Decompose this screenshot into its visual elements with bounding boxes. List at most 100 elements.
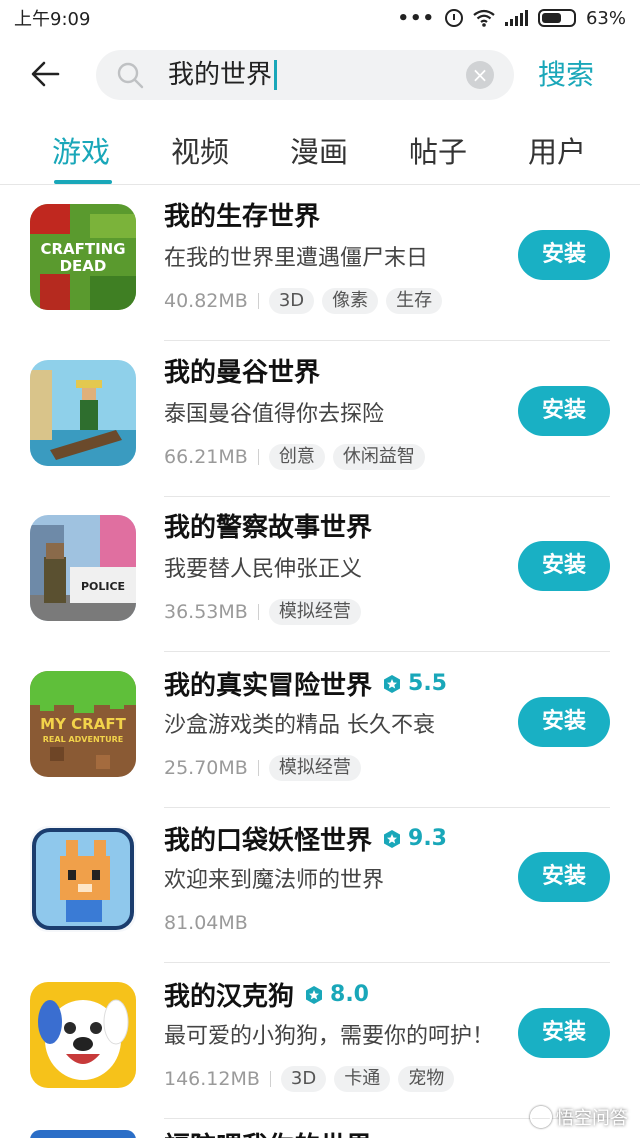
watermark: 悟空问答 xyxy=(530,1104,628,1130)
list-item[interactable]: 我的汉克狗 8.0 最可爱的小狗狗，需要你的呵护！ 146.12MB 3D 卡通 宠物… xyxy=(0,964,640,1119)
battery-percent: 63% xyxy=(585,7,626,29)
install-button[interactable]: 安装 xyxy=(518,230,610,280)
app-description: 最可爱的小狗狗，需要你的呵护！ xyxy=(164,1023,495,1049)
app-rating: 8.0 xyxy=(304,978,369,1012)
pocket-monster-icon[interactable] xyxy=(30,826,136,932)
app-title: 我的真实冒险世界 5.5 xyxy=(164,667,447,703)
watermark-text: 悟空问答 xyxy=(556,1108,628,1129)
app-tag[interactable]: 创意 xyxy=(268,443,325,470)
app-tag[interactable]: 像素 xyxy=(322,288,379,314)
app-title: 我的汉克狗 8.0 xyxy=(164,978,369,1014)
active-tab-indicator xyxy=(54,180,112,184)
app-title: 我的口袋妖怪世界 9.3 xyxy=(164,822,447,858)
crafting-dead-icon[interactable]: CRAFTING DEAD xyxy=(30,204,136,310)
search-query-text[interactable]: 我的世界 xyxy=(168,60,278,90)
svg-text:REAL ADVENTURE: REAL ADVENTURE xyxy=(43,735,123,744)
app-tag[interactable]: 卡通 xyxy=(334,1065,391,1092)
rating-value: 5.5 xyxy=(408,670,447,696)
alarm-icon xyxy=(444,9,463,27)
status-time: 上午9:09 xyxy=(14,9,91,30)
tab-comics[interactable]: 漫画 xyxy=(290,132,348,172)
search-header: 我的世界 × 搜索 xyxy=(0,40,640,114)
app-size: 36.53MB xyxy=(164,601,248,623)
clear-search-icon[interactable]: × xyxy=(466,61,494,89)
app-title-text: 我的曼谷世界 xyxy=(164,357,321,388)
app-meta: 36.53MB 模拟经营 xyxy=(164,597,369,627)
app-meta: 40.82MB 3D 像素 生存 xyxy=(164,286,450,316)
app-rating: 5.5 xyxy=(382,667,447,701)
search-icon xyxy=(117,62,144,89)
search-button[interactable]: 搜索 xyxy=(538,56,594,94)
tab-users[interactable]: 用户 xyxy=(528,132,586,172)
list-item[interactable]: POLICE 我的警察故事世界 我要替人民伸张正义 36.53MB 模拟经营 安… xyxy=(0,497,640,652)
meta-divider xyxy=(257,759,259,776)
battery-icon xyxy=(537,9,576,27)
signal-icon xyxy=(504,10,528,26)
app-title-text: 我的生存世界 xyxy=(164,202,321,232)
app-size: 81.04MB xyxy=(164,912,248,934)
partial-list-item[interactable]: 福陀喂我你的世界 悟空问答 xyxy=(0,1104,640,1138)
wukong-logo-icon xyxy=(530,1106,552,1128)
list-item[interactable]: 我的曼谷世界 泰国曼谷值得你去探险 66.21MB 创意 休闲益智 安装 xyxy=(0,342,640,497)
app-tag[interactable]: 宠物 xyxy=(398,1065,455,1092)
list-item[interactable]: 我的口袋妖怪世界 9.3 欢迎来到魔法师的世界 81.04MB 安装 xyxy=(0,808,640,963)
more-dots: ••• xyxy=(397,7,435,29)
tab-posts[interactable]: 帖子 xyxy=(409,132,467,172)
app-tag[interactable]: 模拟经营 xyxy=(268,599,361,625)
app-title: 我的警察故事世界 xyxy=(164,511,372,545)
app-rating: 9.3 xyxy=(382,822,447,856)
app-title-text: 我的口袋妖怪世界 xyxy=(164,826,373,856)
svg-text:DEAD: DEAD xyxy=(60,257,107,275)
list-item[interactable]: CRAFTING DEAD 我的生存世界 在我的世界里遭遇僵尸末日 40.82MB… xyxy=(0,186,640,341)
bangkok-boat-icon[interactable] xyxy=(30,359,136,466)
app-tag[interactable]: 模拟经营 xyxy=(268,754,361,781)
meta-divider xyxy=(257,293,259,309)
back-arrow-icon[interactable] xyxy=(26,54,66,94)
tab-games[interactable]: 游戏 xyxy=(52,132,110,172)
app-size: 25.70MB xyxy=(164,756,248,779)
my-craft-icon[interactable]: MY CRAFT REAL ADVENTURE xyxy=(30,670,136,777)
install-button[interactable]: 安装 xyxy=(518,1007,610,1058)
app-title-text: 我的汉克狗 xyxy=(164,981,295,1012)
app-tag[interactable]: 3D xyxy=(280,1065,327,1092)
list-item[interactable]: MY CRAFT REAL ADVENTURE 我的真实冒险世界 5.5 沙盒游戏类… xyxy=(0,653,640,808)
rating-badge-icon xyxy=(384,674,401,693)
app-meta: 146.12MB 3D 卡通 宠物 xyxy=(164,1064,462,1094)
app-tag[interactable]: 休闲益智 xyxy=(332,443,425,470)
search-input[interactable]: 我的世界 × xyxy=(96,50,514,100)
status-bar: 上午9:09 ••• 63% xyxy=(0,0,640,36)
app-title: 我的曼谷世界 xyxy=(164,356,320,390)
app-meta: 81.04MB xyxy=(164,908,248,938)
svg-text:POLICE: POLICE xyxy=(81,580,125,593)
svg-text:MY CRAFT: MY CRAFT xyxy=(40,715,126,733)
wifi-icon xyxy=(473,9,495,27)
police-icon[interactable]: POLICE xyxy=(30,515,136,621)
status-icons: ••• 63% xyxy=(397,8,626,29)
app-description: 沙盒游戏类的精品 长久不衰 xyxy=(164,712,435,738)
partial-app-title: 福陀喂我你的世界 xyxy=(164,1126,372,1138)
app-description: 欢迎来到魔法师的世界 xyxy=(164,868,385,893)
tab-videos[interactable]: 视频 xyxy=(171,132,229,172)
app-size: 146.12MB xyxy=(164,1067,260,1090)
app-meta: 66.21MB 创意 休闲益智 xyxy=(164,442,433,472)
app-tag[interactable]: 生存 xyxy=(386,288,443,314)
category-tabs: 游戏 视频 漫画 帖子 用户 xyxy=(0,128,640,185)
install-button[interactable]: 安装 xyxy=(518,541,610,591)
meta-divider xyxy=(257,604,259,620)
app-title: 我的生存世界 xyxy=(164,200,320,234)
install-button[interactable]: 安装 xyxy=(518,696,610,747)
meta-divider xyxy=(269,1070,271,1087)
rating-badge-icon xyxy=(306,985,323,1004)
app-description: 泰国曼谷值得你去探险 xyxy=(164,401,385,427)
svg-text:CRAFTING: CRAFTING xyxy=(40,240,125,258)
app-title-text: 我的警察故事世界 xyxy=(164,513,373,543)
app-title-text: 我的真实冒险世界 xyxy=(164,670,373,701)
rating-value: 8.0 xyxy=(330,981,369,1007)
hank-dog-icon[interactable] xyxy=(30,981,136,1088)
app-tag[interactable]: 3D xyxy=(268,288,315,314)
app-description: 我要替人民伸张正义 xyxy=(164,557,363,582)
rating-value: 9.3 xyxy=(408,826,447,851)
install-button[interactable]: 安装 xyxy=(518,852,610,902)
install-button[interactable]: 安装 xyxy=(518,385,610,436)
app-description: 在我的世界里遭遇僵尸末日 xyxy=(164,246,429,271)
